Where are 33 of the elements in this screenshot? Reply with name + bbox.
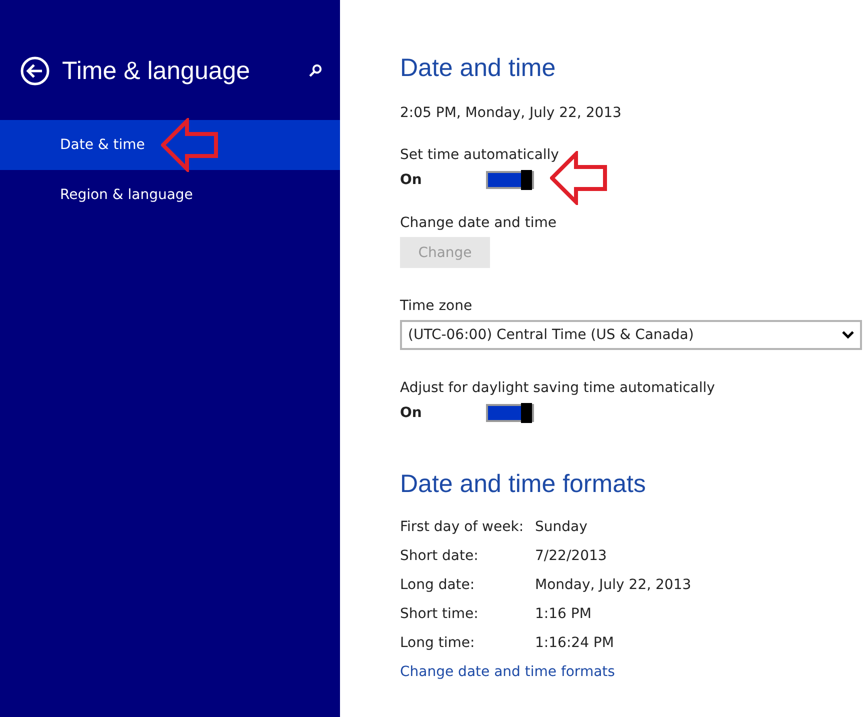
format-label: Short date: <box>400 548 480 564</box>
format-value: 1:16:24 PM <box>535 635 615 651</box>
format-label: Long time: <box>400 635 476 651</box>
format-label: First day of week: <box>400 519 525 535</box>
dropdown-value: (UTC-06:00) Central Time (US & Canada) <box>408 327 694 343</box>
format-label: Long date: <box>400 577 476 593</box>
nav-item[interactable]: Region & language <box>0 170 340 220</box>
nav-item[interactable]: Date & time <box>0 120 340 170</box>
setting-label: Time zone <box>400 298 474 314</box>
toggle-switch[interactable] <box>486 171 534 189</box>
section-heading: Date and time formats <box>400 470 647 499</box>
setting-label: Adjust for daylight saving time automatically <box>400 380 716 396</box>
change-formats-link[interactable]: Change date and time formats <box>400 664 615 680</box>
format-value: 7/22/2013 <box>535 548 608 564</box>
format-label: Short time: <box>400 606 480 622</box>
format-value: Monday, July 22, 2013 <box>535 577 692 593</box>
section-heading: Date and time <box>400 54 557 83</box>
chevron-down-icon <box>842 331 854 339</box>
toggle-state: On <box>400 405 423 421</box>
current-date-time: 2:05 PM, Monday, July 22, 2013 <box>400 105 622 121</box>
search-button[interactable] <box>308 64 322 78</box>
nav-label: Region & language <box>60 187 193 203</box>
toggle-switch[interactable] <box>486 404 534 422</box>
pointer-arrow-icon <box>160 118 219 172</box>
back-icon[interactable] <box>20 56 50 86</box>
format-value: 1:16 PM <box>535 606 592 622</box>
time-zone-dropdown[interactable]: (UTC-06:00) Central Time (US & Canada) <box>400 320 862 350</box>
toggle-state: On <box>400 172 423 188</box>
setting-label: Change date and time <box>400 215 558 231</box>
setting-label: Set time automatically <box>400 147 560 163</box>
format-value: Sunday <box>535 519 588 535</box>
page-title: Time & language <box>62 56 252 86</box>
nav-label: Date & time <box>60 137 145 153</box>
